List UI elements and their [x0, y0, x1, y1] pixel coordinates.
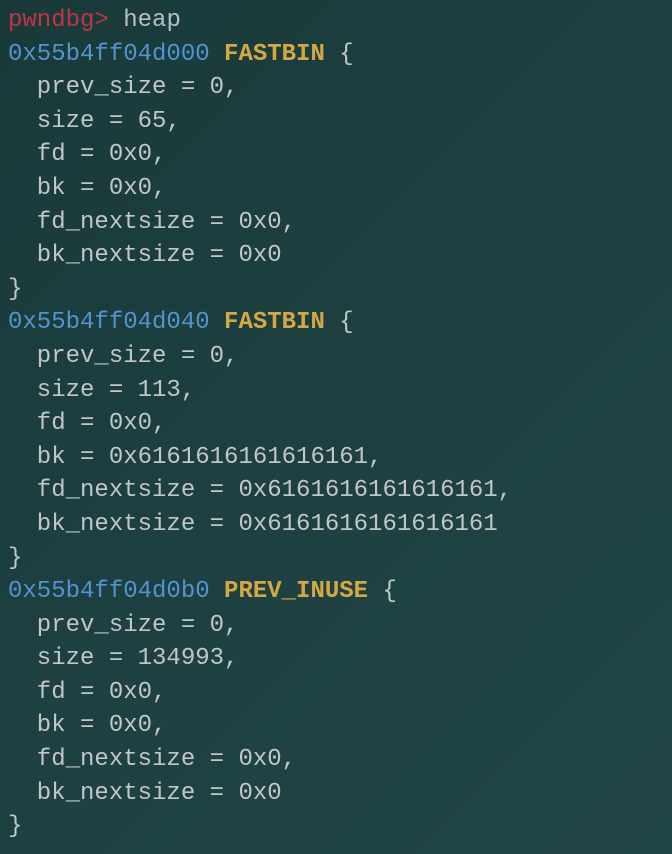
prompt: pwndbg>	[8, 7, 109, 34]
field-prev-size: prev_size = 0,	[8, 71, 664, 105]
field-bk: bk = 0x6161616161616161,	[8, 441, 664, 475]
field-fd-nextsize: fd_nextsize = 0x0,	[8, 743, 664, 777]
chunk-header: 0x55b4ff04d000 FASTBIN {	[8, 38, 664, 72]
chunk-address: 0x55b4ff04d040	[8, 309, 210, 336]
chunk-header: 0x55b4ff04d0b0 PREV_INUSE {	[8, 575, 664, 609]
chunk-address: 0x55b4ff04d000	[8, 41, 210, 68]
field-size: size = 65,	[8, 105, 664, 139]
field-bk: bk = 0x0,	[8, 709, 664, 743]
chunk-flag: FASTBIN	[210, 41, 325, 68]
chunk-flag: PREV_INUSE	[210, 578, 368, 605]
chunk-header: 0x55b4ff04d040 FASTBIN {	[8, 306, 664, 340]
field-size: size = 134993,	[8, 642, 664, 676]
field-fd-nextsize: fd_nextsize = 0x0,	[8, 206, 664, 240]
chunk-address: 0x55b4ff04d0b0	[8, 578, 210, 605]
field-bk-nextsize: bk_nextsize = 0x6161616161616161	[8, 508, 664, 542]
command-text: heap	[109, 7, 181, 34]
field-prev-size: prev_size = 0,	[8, 340, 664, 374]
open-brace: {	[368, 578, 397, 605]
field-fd-nextsize: fd_nextsize = 0x6161616161616161,	[8, 474, 664, 508]
field-bk-nextsize: bk_nextsize = 0x0	[8, 777, 664, 811]
field-prev-size: prev_size = 0,	[8, 609, 664, 643]
close-brace: }	[8, 273, 664, 307]
field-fd: fd = 0x0,	[8, 138, 664, 172]
open-brace: {	[325, 309, 354, 336]
terminal-output: pwndbg> heap 0x55b4ff04d000 FASTBIN { pr…	[8, 4, 664, 844]
heap-chunk-0: 0x55b4ff04d000 FASTBIN { prev_size = 0, …	[8, 38, 664, 307]
heap-chunk-1: 0x55b4ff04d040 FASTBIN { prev_size = 0, …	[8, 306, 664, 575]
close-brace: }	[8, 810, 664, 844]
prompt-line[interactable]: pwndbg> heap	[8, 4, 664, 38]
field-bk-nextsize: bk_nextsize = 0x0	[8, 239, 664, 273]
field-size: size = 113,	[8, 374, 664, 408]
open-brace: {	[325, 41, 354, 68]
field-fd: fd = 0x0,	[8, 676, 664, 710]
chunk-flag: FASTBIN	[210, 309, 325, 336]
heap-chunk-2: 0x55b4ff04d0b0 PREV_INUSE { prev_size = …	[8, 575, 664, 844]
field-fd: fd = 0x0,	[8, 407, 664, 441]
field-bk: bk = 0x0,	[8, 172, 664, 206]
close-brace: }	[8, 542, 664, 576]
